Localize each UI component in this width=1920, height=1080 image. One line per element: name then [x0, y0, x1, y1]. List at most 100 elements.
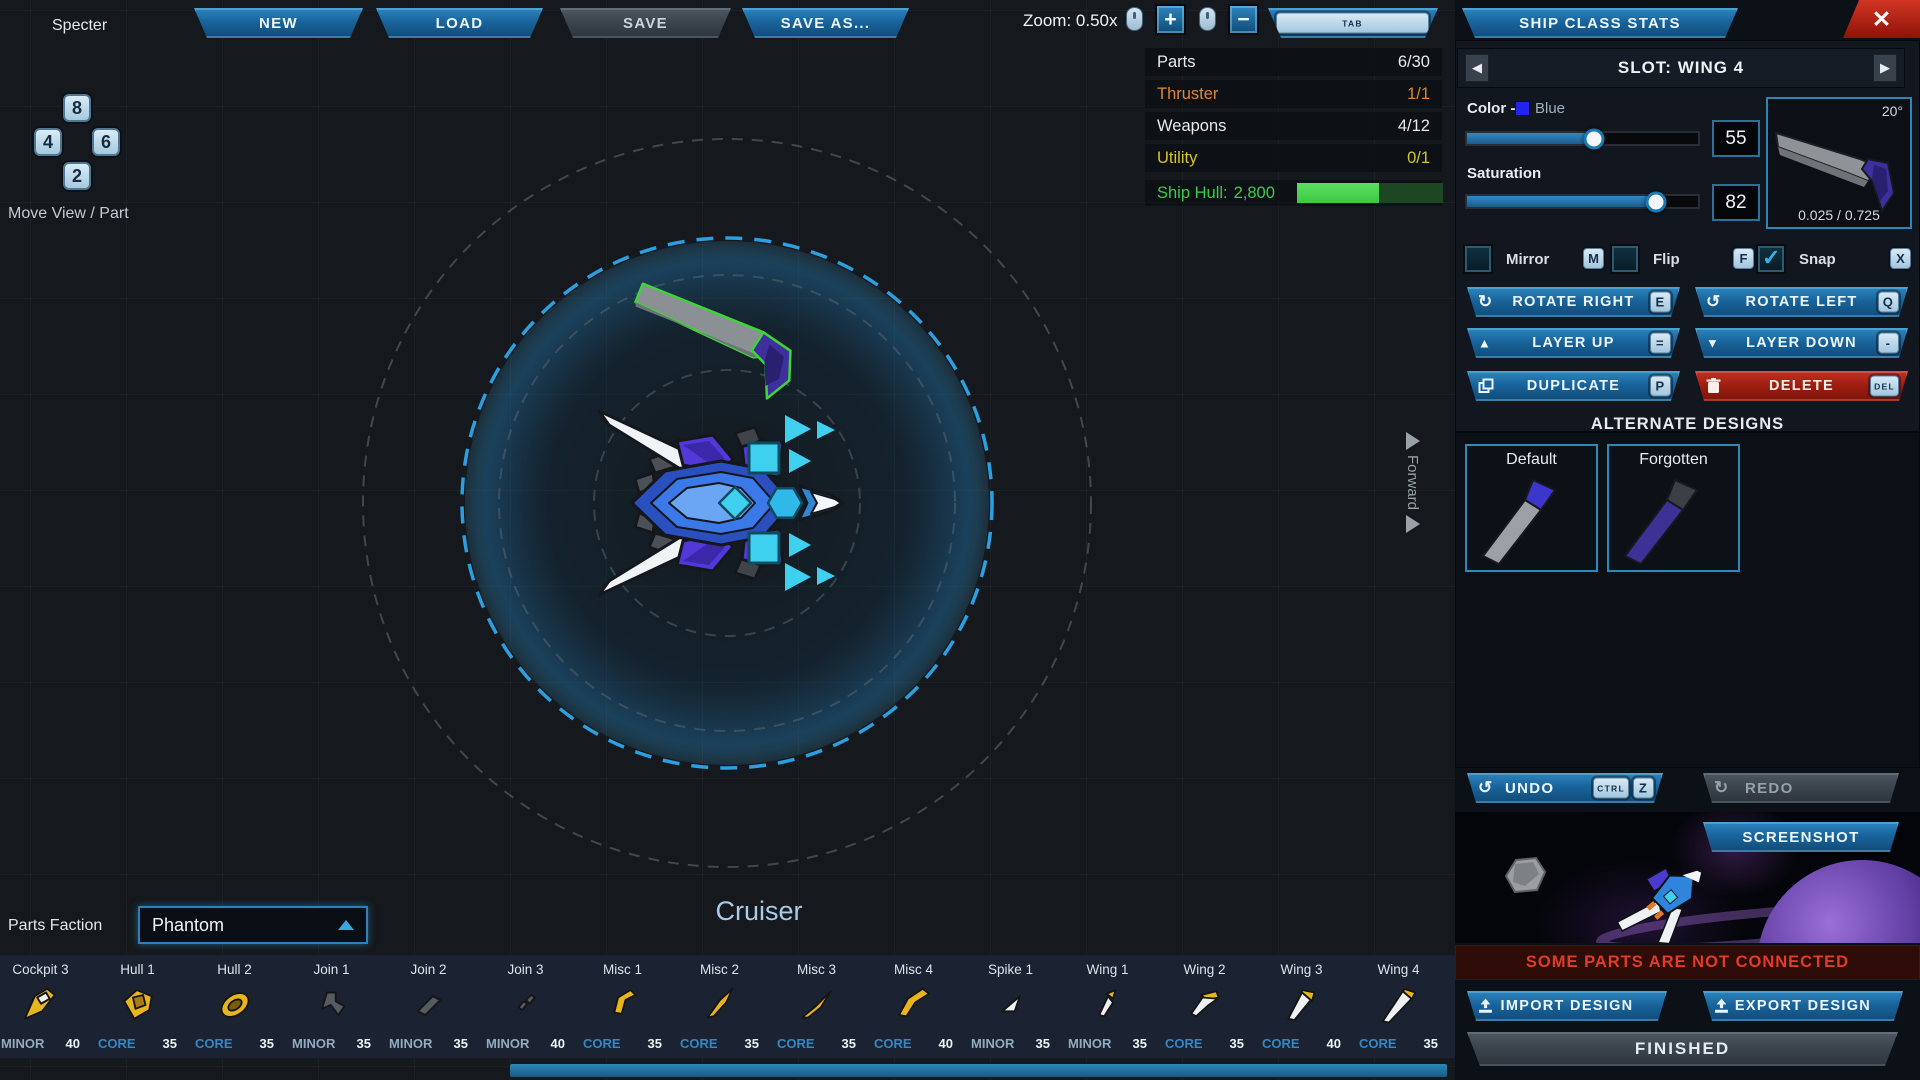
part-hull-2[interactable]: Hull 2 CORE35 — [186, 955, 283, 1058]
saturation-label: Saturation — [1467, 165, 1541, 182]
part-misc-4[interactable]: Misc 4 CORE40 — [865, 955, 962, 1058]
color-slider-knob[interactable] — [1584, 128, 1605, 149]
color-slider-fill — [1467, 133, 1594, 144]
reset-view-button[interactable]: TAB RESET — [1268, 8, 1438, 38]
new-button[interactable]: NEW — [194, 8, 363, 38]
part-join-3[interactable]: Join 3 MINOR40 — [477, 955, 574, 1058]
part-hull-2-icon — [213, 985, 257, 1025]
mouse-wheel-up-icon — [1127, 8, 1142, 30]
part-misc-2-icon — [698, 985, 742, 1025]
design-card-forgotten[interactable]: Forgotten — [1607, 444, 1740, 572]
part-wing-4-icon — [1377, 985, 1421, 1025]
stat-utility: Utility0/1 — [1145, 144, 1442, 172]
mirror-key-badge: M — [1583, 248, 1604, 269]
part-angle: 20° — [1882, 103, 1903, 119]
hull-bar-fill — [1297, 183, 1379, 203]
key-6-right: 6 — [92, 128, 120, 156]
saturation-slider[interactable] — [1467, 196, 1698, 207]
layer-up-button[interactable]: ▲ LAYER UP = — [1467, 328, 1680, 358]
zoom-in-button[interactable]: + — [1157, 6, 1184, 33]
part-cockpit-3-icon — [19, 985, 63, 1025]
hull-bar — [1297, 183, 1443, 203]
part-join-1[interactable]: Join 1 MINOR35 — [283, 955, 380, 1058]
design-forgotten-blade — [1609, 472, 1738, 570]
parts-faction-label: Parts Faction — [8, 917, 102, 935]
editor-canvas[interactable]: Specter NEW LOAD SAVE SAVE AS... Zoom: 0… — [0, 0, 1455, 1080]
mirror-checkbox[interactable] — [1465, 246, 1491, 272]
redo-button[interactable]: ↻ REDO — [1703, 773, 1899, 803]
warning-text: SOME PARTS ARE NOT CONNECTED — [1526, 953, 1849, 972]
stat-thruster: Thruster1/1 — [1145, 80, 1442, 108]
slot-prev-button[interactable]: ◀ — [1465, 54, 1489, 82]
part-wing-2[interactable]: Wing 2 CORE35 — [1156, 955, 1253, 1058]
forward-marker: Forward — [1404, 432, 1421, 533]
undo-icon: ↺ — [1478, 778, 1492, 798]
parts-scrollbar-thumb[interactable] — [510, 1064, 1447, 1077]
delete-button[interactable]: DELETE DEL — [1695, 371, 1908, 401]
part-cockpit-3[interactable]: Cockpit 3 MINOR40 — [0, 955, 89, 1058]
part-spike-1-icon — [989, 985, 1033, 1025]
duplicate-button[interactable]: DUPLICATE P — [1467, 371, 1680, 401]
zoom-out-button[interactable]: − — [1230, 6, 1257, 33]
part-join-2[interactable]: Join 2 MINOR35 — [380, 955, 477, 1058]
import-icon — [1478, 999, 1493, 1014]
part-misc-3[interactable]: Misc 3 CORE35 — [768, 955, 865, 1058]
parts-strip: Cockpit 3 MINOR40 Hull 1 CORE35 Hull 2 C… — [0, 955, 1455, 1058]
load-button[interactable]: LOAD — [376, 8, 543, 38]
ctrl-key-badge: CTRL — [1593, 778, 1629, 799]
saturation-slider-knob[interactable] — [1646, 191, 1667, 212]
delete-key-badge: DEL — [1870, 376, 1899, 397]
color-slider[interactable] — [1467, 133, 1698, 144]
stat-ship-hull: Ship Hull:2,800 — [1145, 180, 1442, 206]
finished-button[interactable]: FINISHED — [1467, 1032, 1898, 1066]
color-value[interactable]: 55 — [1714, 122, 1758, 155]
rotate-right-button[interactable]: ↻ ROTATE RIGHT E — [1467, 287, 1680, 317]
move-hint-label: Move View / Part — [8, 205, 129, 223]
part-misc-1-icon — [601, 985, 645, 1025]
mouse-wheel-down-icon — [1200, 8, 1215, 30]
ship-class-stats-button[interactable]: SHIP CLASS STATS — [1462, 8, 1738, 38]
rotate-right-key-badge: E — [1650, 292, 1671, 313]
z-key-badge: Z — [1633, 778, 1654, 799]
saturation-value[interactable]: 82 — [1714, 186, 1758, 219]
stat-weapons: Weapons4/12 — [1145, 112, 1442, 140]
layer-down-button[interactable]: ▼ LAYER DOWN - — [1695, 328, 1908, 358]
snap-checkbox[interactable] — [1758, 246, 1784, 272]
tab-key-badge: TAB — [1276, 13, 1429, 34]
faction-dropdown[interactable]: Phantom — [138, 906, 368, 944]
part-misc-1[interactable]: Misc 1 CORE35 — [574, 955, 671, 1058]
import-design-button[interactable]: IMPORT DESIGN — [1467, 991, 1667, 1021]
flip-checkbox[interactable] — [1612, 246, 1638, 272]
slot-next-button[interactable]: ▶ — [1873, 54, 1897, 82]
key-4-left: 4 — [34, 128, 62, 156]
export-design-button[interactable]: EXPORT DESIGN — [1703, 991, 1903, 1021]
arrow-down-icon: ▼ — [1706, 336, 1719, 351]
flip-key-badge: F — [1733, 248, 1754, 269]
part-offset: 0.025 / 0.725 — [1768, 207, 1910, 223]
mirror-label: Mirror — [1506, 251, 1549, 268]
undo-button[interactable]: ↺ UNDO CTRL Z — [1467, 773, 1663, 803]
part-preview: 20° 0.025 / 0.725 — [1766, 97, 1912, 229]
rotate-left-button[interactable]: ↺ ROTATE LEFT Q — [1695, 287, 1908, 317]
color-name: Blue — [1535, 100, 1565, 117]
rotate-left-key-badge: Q — [1878, 292, 1899, 313]
alternate-designs-title: ALTERNATE DESIGNS — [1455, 415, 1920, 434]
screenshot-button[interactable]: SCREENSHOT — [1703, 822, 1899, 852]
part-hull-1[interactable]: Hull 1 CORE35 — [89, 955, 186, 1058]
ship-name: Specter — [52, 17, 107, 35]
save-as-button[interactable]: SAVE AS... — [742, 8, 909, 38]
design-card-default[interactable]: Default — [1465, 444, 1598, 572]
part-misc-2[interactable]: Misc 2 CORE35 — [671, 955, 768, 1058]
flip-label: Flip — [1653, 251, 1680, 268]
part-misc-3-icon — [795, 985, 839, 1025]
part-wing-3[interactable]: Wing 3 CORE40 — [1253, 955, 1350, 1058]
snap-key-badge: X — [1890, 248, 1911, 269]
part-wing-4[interactable]: Wing 4 CORE35 — [1350, 955, 1447, 1058]
color-label: Color - — [1467, 100, 1515, 117]
part-spike-1[interactable]: Spike 1 MINOR35 — [962, 955, 1059, 1058]
part-wing-1[interactable]: Wing 1 MINOR35 — [1059, 955, 1156, 1058]
forward-arrow-icon — [1406, 515, 1420, 533]
part-hull-1-icon — [116, 985, 160, 1025]
save-button[interactable]: SAVE — [560, 8, 731, 38]
duplicate-key-badge: P — [1650, 376, 1671, 397]
